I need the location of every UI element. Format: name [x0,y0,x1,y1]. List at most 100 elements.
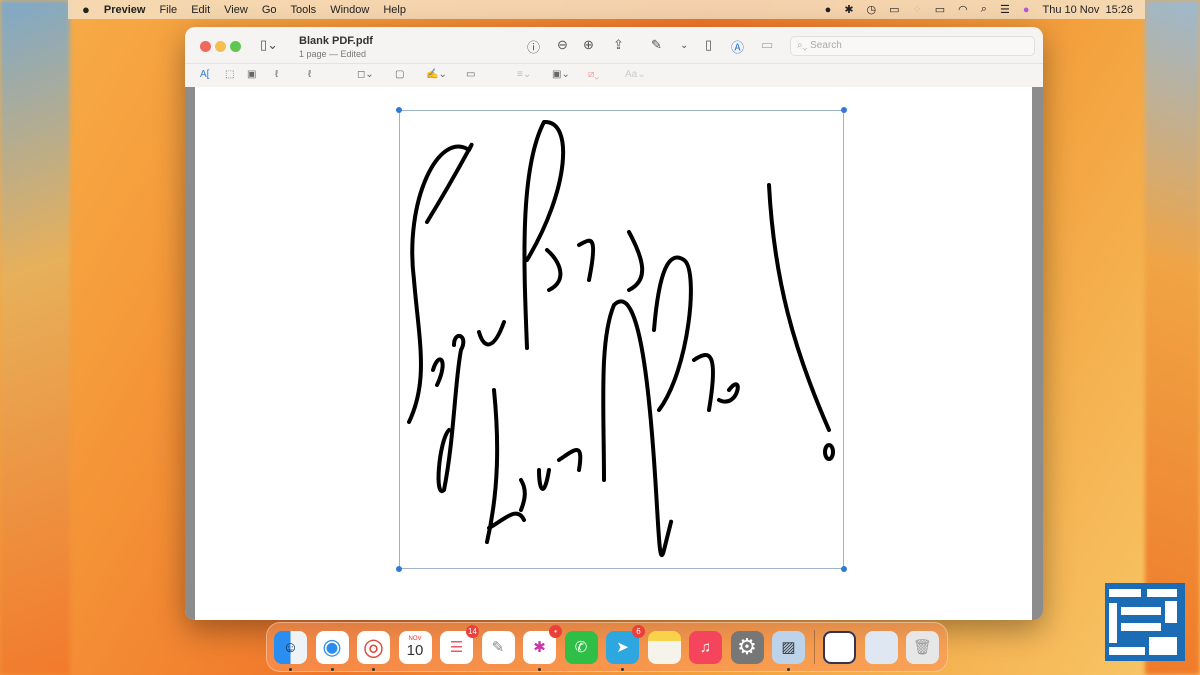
markup-toolbar: A[ ⬚ ▣ ℓ ℓ ◻⌄ ▢ ✍⌄ ▭ ≡⌄ ▣⌄ ⧄⌄ Aa⌄ [185,63,1043,87]
markup-icon[interactable]: Ⓐ [731,37,744,56]
dock-preview[interactable]: ▨ [772,630,805,671]
pdf-page [195,87,1032,620]
dock-music[interactable]: ♫ [689,630,722,664]
safari-icon: ◉ [322,634,342,659]
wifi-icon[interactable]: ◠ [958,3,968,16]
dock: ☺ ◉ ◎ NOV 10 ☰ 14 ✎ ✱ • ✆ ➤ 6 ♫ ⚙ ▨ 🗑 [266,622,948,672]
clock[interactable]: Thu 10 Nov 15:26 [1042,4,1133,16]
menu-tools[interactable]: Tools [291,4,317,16]
slack-icon: ✱ [533,639,546,656]
minimize-button[interactable] [215,41,226,52]
dock-trash[interactable]: 🗑 [906,630,939,664]
battery-icon[interactable]: ▭ [935,3,945,16]
textedit-icon: ✎ [491,639,505,656]
preview-icon: ▨ [781,639,796,656]
sidebar-toggle-icon[interactable]: ▯⌄ [260,37,278,53]
dock-minimized-window-2[interactable] [864,630,898,664]
siri-icon[interactable]: ● [1023,4,1030,16]
resize-handle-bottom-left[interactable] [396,566,402,572]
document-title: Blank PDF.pdf [299,35,373,47]
line-style-icon[interactable]: ≡⌄ [517,69,531,80]
preview-window: ▯⌄ Blank PDF.pdf 1 page — Edited ⓘ ⊖ ⊕ ⇪… [185,27,1043,620]
menu-view[interactable]: View [224,4,248,16]
text-selection-icon[interactable]: A[ [200,69,209,80]
whatsapp-icon: ✆ [574,639,588,656]
shapes-icon[interactable]: ◻⌄ [357,69,374,80]
time-machine-icon[interactable]: ◷ [867,3,877,16]
text-style-button[interactable]: Aa⌄ [625,69,646,80]
apple-menu-icon[interactable]: ● [82,2,90,17]
dock-telegram[interactable]: ➤ 6 [606,624,645,671]
dock-reminders[interactable]: ☰ 14 [440,624,479,664]
dock-chrome[interactable]: ◎ [357,630,390,671]
dock-whatsapp[interactable]: ✆ [564,630,598,664]
signature-drawing [407,119,835,558]
rect-selection-icon[interactable]: ⬚ [225,69,234,80]
brightness-icon[interactable]: ⁘ [913,3,922,16]
share-icon[interactable]: ⇪ [613,37,624,53]
border-color-icon[interactable]: ▣⌄ [552,69,570,80]
reminders-badge: 14 [466,624,479,638]
resize-handle-top-left[interactable] [396,107,402,113]
slack-badge: • [549,624,562,638]
control-center-icon[interactable]: ☰ [1000,3,1010,16]
music-icon: ♫ [699,638,712,656]
menu-edit[interactable]: Edit [191,4,210,16]
zoom-in-icon[interactable]: ⊕ [583,37,594,53]
text-box-icon[interactable]: ▢ [395,69,404,80]
dock-calendar[interactable]: NOV 10 [398,630,432,664]
resize-handle-bottom-right[interactable] [841,566,847,572]
signature-annotation[interactable] [399,110,844,569]
desktop-wallpaper-right [1145,0,1200,675]
telegram-badge: 6 [632,624,645,638]
gear-icon: ⚙ [737,634,757,659]
reminders-icon: ☰ [449,639,464,656]
close-button[interactable] [200,41,211,52]
note-icon[interactable]: ▭ [466,69,475,80]
document-area [185,87,1043,620]
chrome-icon: ◎ [363,633,384,661]
dock-safari[interactable]: ◉ [315,630,349,671]
menu-help[interactable]: Help [383,4,406,16]
dock-system-settings[interactable]: ⚙ [730,630,764,664]
dock-finder[interactable]: ☺ [274,630,307,671]
menu-preview[interactable]: Preview [104,4,146,16]
channel-logo [1105,583,1185,661]
instant-alpha-icon[interactable]: ▣ [247,69,256,80]
highlight-pen-icon[interactable]: ✎ [651,37,662,53]
draw-icon[interactable]: ℓ [308,69,311,80]
sign-icon[interactable]: ✍⌄ [426,69,447,80]
calendar-day: 10 [406,641,424,659]
menu-file[interactable]: File [159,4,177,16]
bluetooth-icon[interactable]: ✱ [844,3,853,16]
dock-textedit[interactable]: ✎ [481,630,515,664]
dock-separator [813,630,815,664]
zoom-out-icon[interactable]: ⊖ [557,37,568,53]
status-app-icon[interactable]: ● [825,4,832,16]
finder-icon: ☺ [282,638,299,656]
dock-minimized-window-1[interactable] [823,630,856,664]
document-subtitle: 1 page — Edited [299,49,367,59]
menu-go[interactable]: Go [262,4,277,16]
text-style-label: Aa [625,69,638,80]
dock-slack[interactable]: ✱ • [523,624,562,671]
search-placeholder: Search [810,40,842,51]
screen-icon[interactable]: ▭ [889,3,899,16]
sketch-icon[interactable]: ℓ [275,69,278,80]
search-input[interactable]: ⌕⌄ Search [790,36,1035,56]
fill-color-icon[interactable]: ⧄⌄ [588,69,599,80]
telegram-icon: ➤ [616,639,629,656]
spotlight-icon[interactable]: ⌕ [981,3,987,16]
rotate-icon[interactable]: ▯ [705,37,712,53]
form-fill-icon[interactable]: ▭ [761,37,773,53]
chevron-down-icon[interactable]: ⌄ [680,40,688,51]
dock-notes[interactable] [647,630,681,664]
title-bar: ▯⌄ Blank PDF.pdf 1 page — Edited ⓘ ⊖ ⊕ ⇪… [185,27,1043,63]
menu-bar: ● Preview File Edit View Go Tools Window… [68,0,1145,19]
trash-icon: 🗑 [912,639,933,656]
zoom-button[interactable] [230,41,241,52]
info-icon[interactable]: ⓘ [527,37,540,56]
menu-window[interactable]: Window [330,4,369,16]
desktop-wallpaper-left [0,0,70,675]
resize-handle-top-right[interactable] [841,107,847,113]
